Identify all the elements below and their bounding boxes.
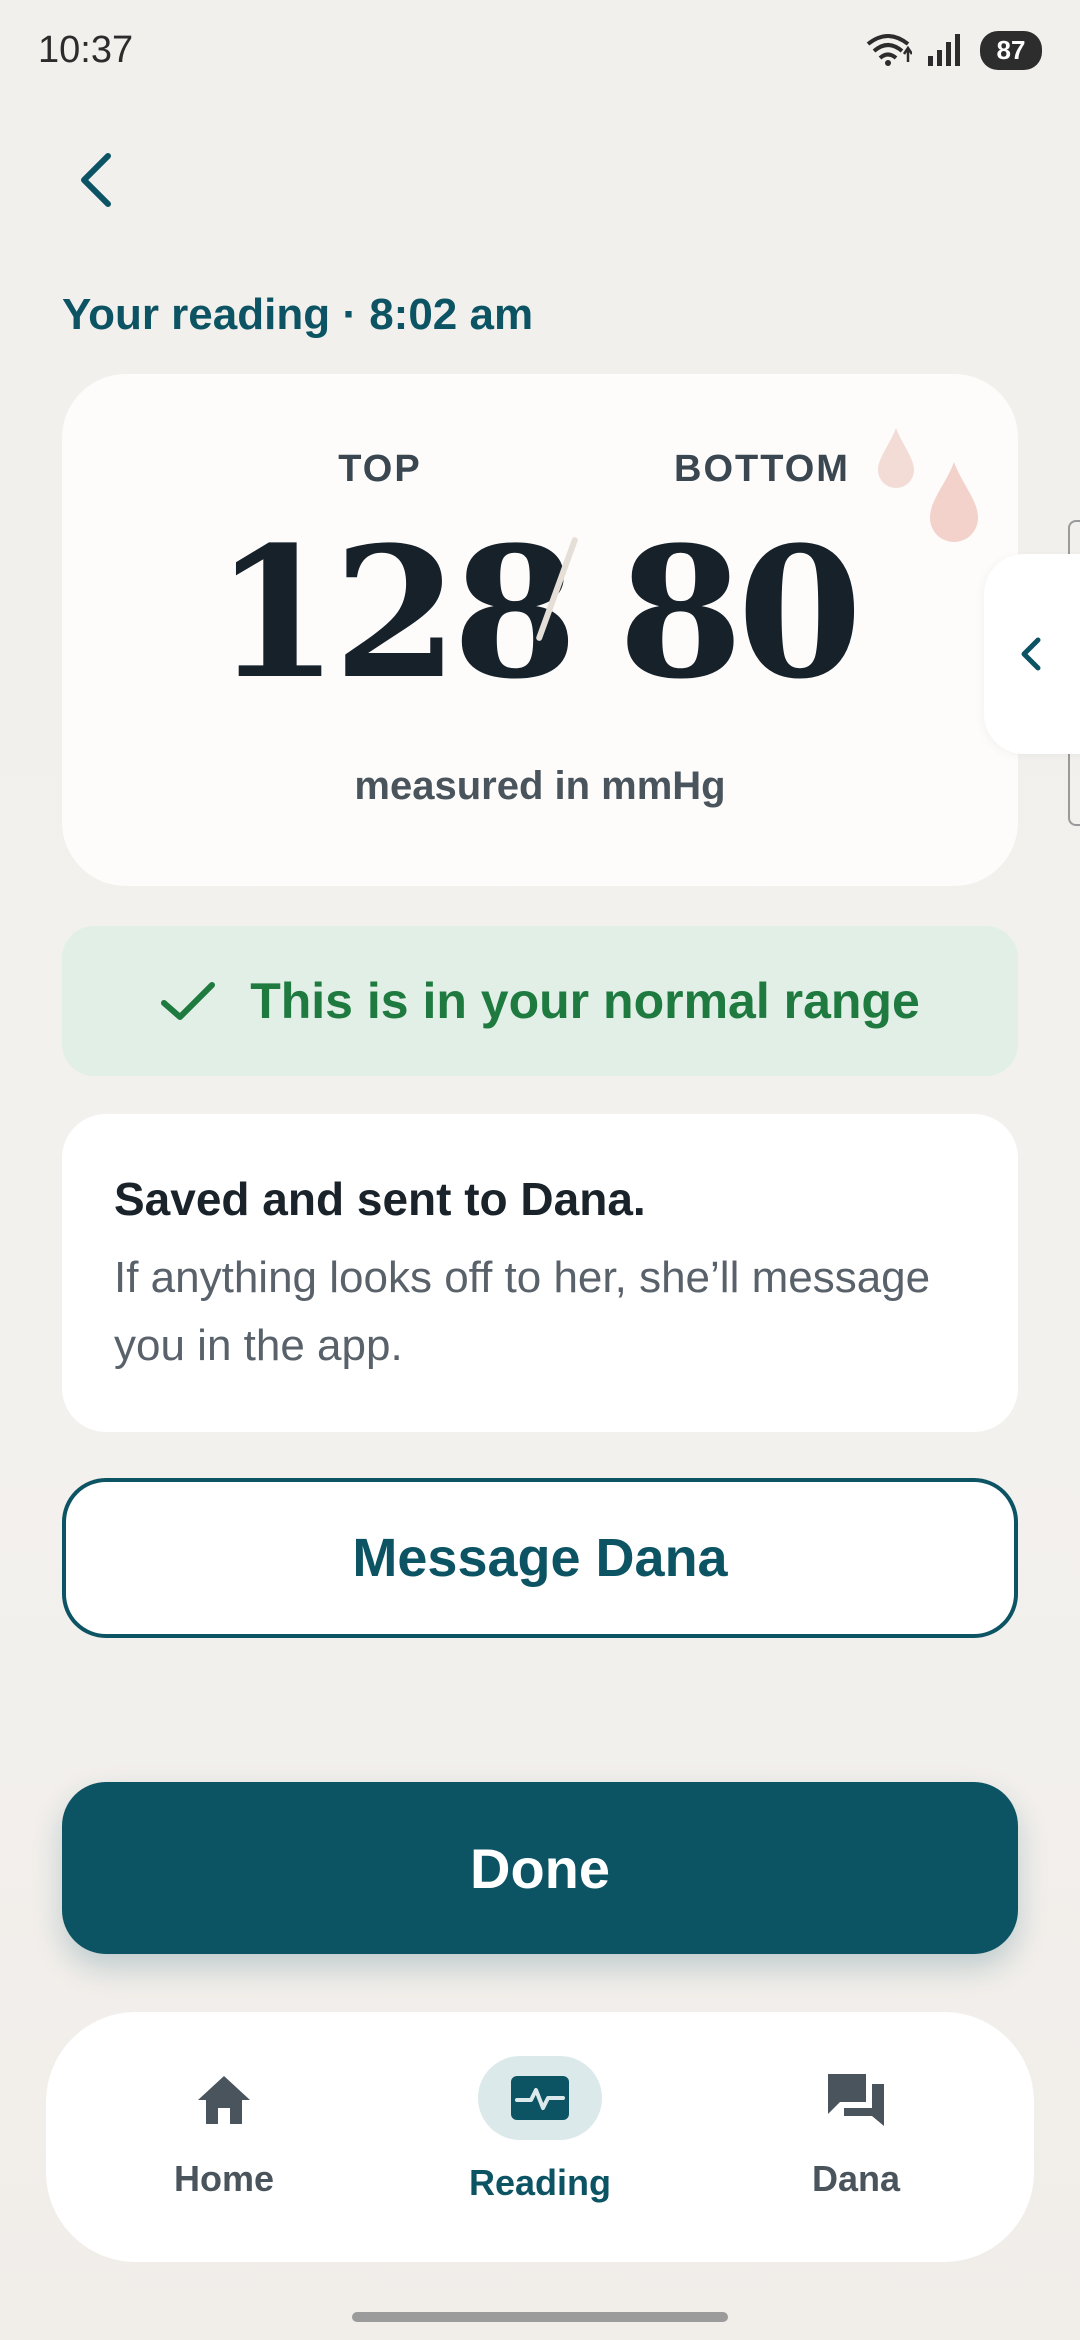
unit-label: measured in mmHg xyxy=(354,764,726,808)
nav-item-reading[interactable]: Reading xyxy=(420,2012,660,2262)
message-dana-button[interactable]: Message Dana xyxy=(62,1478,1018,1638)
signal-icon xyxy=(928,34,960,66)
status-icons: 87 xyxy=(864,30,1042,70)
done-button[interactable]: Done xyxy=(62,1782,1018,1954)
info-body: If anything looks off to her, she’ll mes… xyxy=(114,1253,931,1370)
wifi-icon xyxy=(866,34,912,66)
nav-label-reading: Reading xyxy=(468,2162,611,2203)
top-label: TOP xyxy=(338,448,422,490)
bottom-label: BOTTOM xyxy=(674,448,850,490)
nav-item-home[interactable]: Home xyxy=(104,2012,344,2262)
battery-indicator: 87 xyxy=(980,30,1042,70)
nav-icon-container xyxy=(162,2058,286,2142)
range-status-text: This is in your normal range xyxy=(250,973,920,1029)
home-indicator[interactable] xyxy=(352,2312,728,2322)
pulse-monitor-icon xyxy=(511,2076,569,2120)
chevron-left-icon xyxy=(81,153,111,207)
nav-label-home: Home xyxy=(173,2158,275,2199)
range-status-banner: This is in your normal range xyxy=(62,926,1018,1076)
drop-icon xyxy=(930,462,978,542)
sent-info-card: Saved and sent to Dana. If anything look… xyxy=(62,1114,1018,1432)
diastolic-value: 80 xyxy=(618,508,862,719)
nav-icon-container xyxy=(794,2058,918,2142)
chat-bubbles-icon xyxy=(828,2074,884,2126)
nav-icon-container-active xyxy=(478,2056,602,2140)
drop-icon xyxy=(878,428,914,488)
nav-label-dana: Dana xyxy=(811,2158,901,2199)
status-bar: 10:37 87 xyxy=(0,0,1080,100)
back-button[interactable] xyxy=(56,140,136,220)
nav-item-dana[interactable]: Dana xyxy=(736,2012,976,2262)
home-icon xyxy=(198,2076,250,2124)
systolic-value: 128 xyxy=(214,508,578,719)
reading-card: TOP BOTTOM 128 80 measured in mmHg xyxy=(62,374,1018,886)
side-panel-tab[interactable] xyxy=(984,554,1080,754)
info-title: Saved and sent to Dana. xyxy=(114,1173,646,1225)
chevron-left-icon xyxy=(1021,637,1041,671)
checkmark-icon xyxy=(161,982,216,1020)
bottom-nav: Home Reading Dana xyxy=(46,2012,1034,2262)
reading-timestamp: Your reading · 8:02 am xyxy=(62,290,534,339)
status-time: 10:37 xyxy=(38,28,134,71)
